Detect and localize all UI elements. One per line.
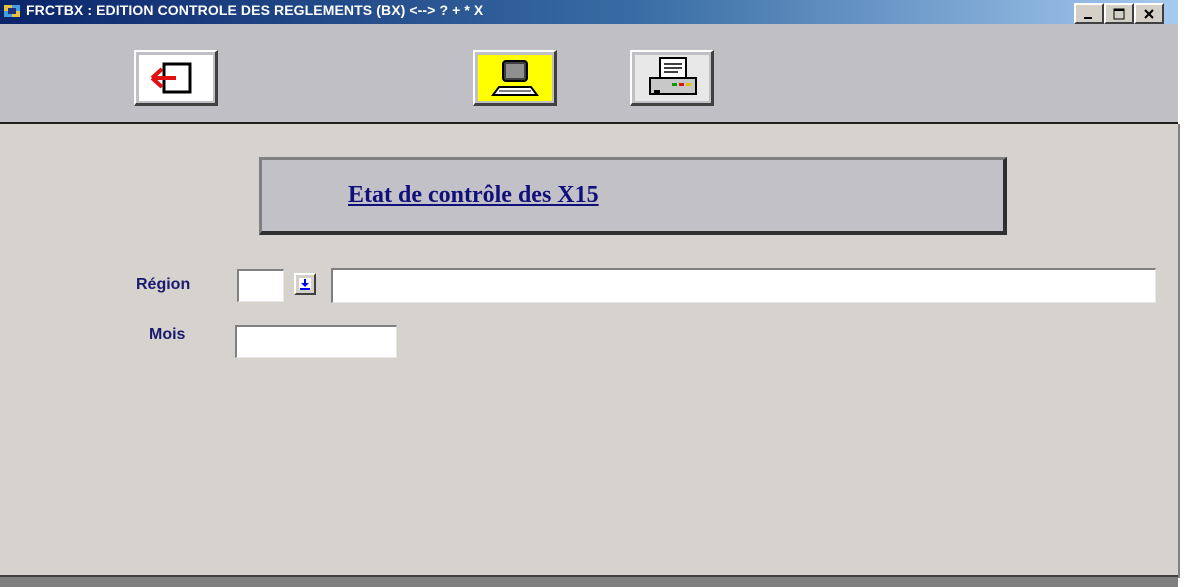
- print-button[interactable]: [630, 50, 714, 106]
- toolbar: [0, 24, 1178, 124]
- window-controls: [1074, 3, 1164, 24]
- main-content: Etat de contrôle des X15 Région Mois: [0, 124, 1180, 578]
- minimize-icon: [1084, 16, 1092, 19]
- mois-label: Mois: [149, 326, 186, 343]
- window-bottom-border: [0, 575, 1178, 587]
- mois-input[interactable]: [235, 325, 397, 358]
- window-title: FRCTBX : EDITION CONTROLE DES REGLEMENTS…: [26, 2, 484, 18]
- computer-screen-icon: [490, 59, 539, 96]
- minimize-button[interactable]: [1074, 3, 1104, 24]
- exit-button[interactable]: [134, 50, 218, 106]
- region-code-input[interactable]: [237, 269, 284, 302]
- exit-door-icon: [150, 62, 191, 93]
- application-window: FRCTBX : EDITION CONTROLE DES REGLEMENTS…: [0, 0, 1189, 587]
- region-name-input[interactable]: [331, 268, 1156, 303]
- close-icon: [1144, 8, 1154, 19]
- region-dropdown-button[interactable]: [294, 273, 316, 295]
- app-icon: [4, 5, 20, 17]
- header-panel: Etat de contrôle des X15: [259, 157, 1007, 235]
- maximize-icon: [1113, 8, 1125, 19]
- arrow-down-icon: [299, 278, 311, 290]
- maximize-button[interactable]: [1104, 3, 1134, 24]
- region-label: Région: [136, 276, 191, 293]
- close-button[interactable]: [1134, 3, 1164, 24]
- page-title: Etat de contrôle des X15: [348, 182, 599, 208]
- screen-preview-button[interactable]: [473, 50, 557, 106]
- printer-icon: [648, 56, 697, 95]
- title-bar[interactable]: FRCTBX : EDITION CONTROLE DES REGLEMENTS…: [0, 0, 1178, 24]
